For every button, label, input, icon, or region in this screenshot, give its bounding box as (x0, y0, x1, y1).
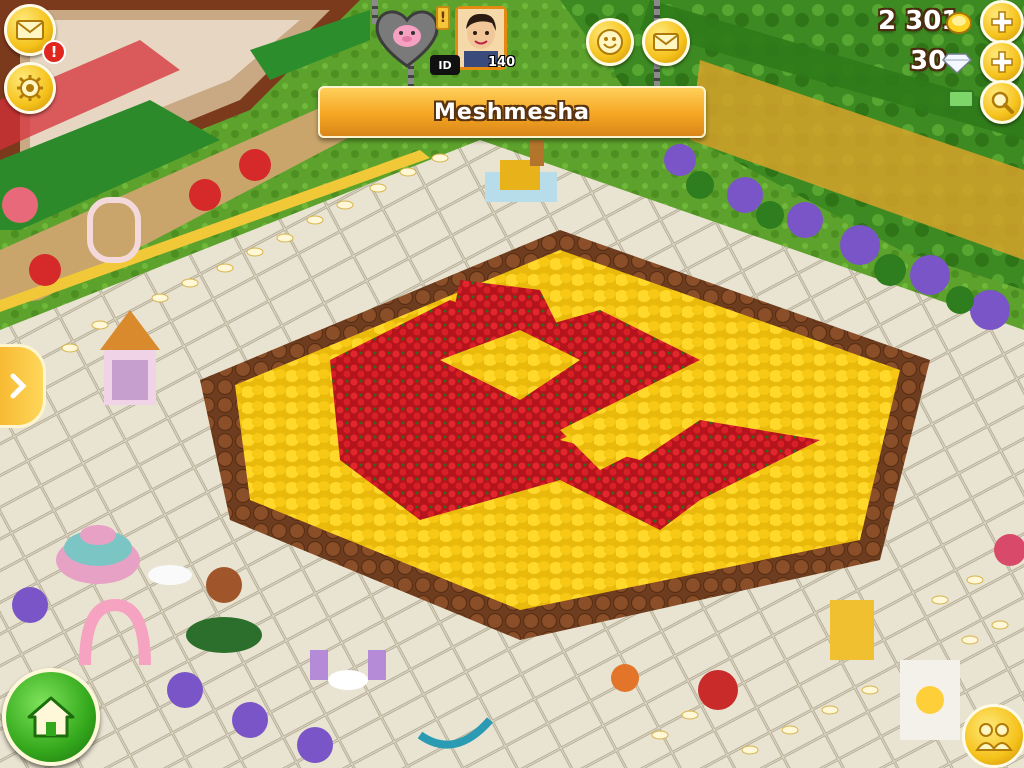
people-icon (975, 723, 1013, 751)
add-diamonds-button[interactable] (980, 40, 1024, 84)
plus-icon (991, 11, 1013, 33)
message-button[interactable] (642, 18, 690, 66)
coin-icon (946, 12, 972, 38)
diamond-icon (941, 52, 973, 78)
house-icon (27, 696, 75, 738)
farm-name-banner: Meshmesha (318, 86, 706, 138)
smiley-icon (597, 29, 623, 55)
chevron-right-icon (10, 373, 27, 399)
exclamation-icon: ! (50, 43, 58, 61)
magnifier-icon (991, 91, 1014, 114)
player-id-tag: ID (430, 55, 460, 75)
search-button[interactable] (980, 80, 1024, 124)
envelope-icon (653, 33, 679, 51)
add-coins-button[interactable] (980, 0, 1024, 44)
cash-icon (948, 90, 974, 108)
notification-badge: ! (42, 40, 66, 64)
envelope-icon (16, 20, 44, 40)
home-button[interactable] (2, 668, 100, 766)
side-panel-toggle[interactable] (0, 344, 46, 428)
player-level: 140 (488, 55, 516, 70)
friendship-alert-icon: ! (436, 6, 450, 30)
plus-icon (991, 51, 1013, 73)
settings-button[interactable] (4, 62, 56, 114)
diamond-count: 30 (910, 46, 947, 76)
emote-button[interactable] (586, 18, 634, 66)
farm-name: Meshmesha (433, 99, 591, 125)
friends-button[interactable] (962, 704, 1024, 768)
gear-icon (17, 75, 43, 101)
